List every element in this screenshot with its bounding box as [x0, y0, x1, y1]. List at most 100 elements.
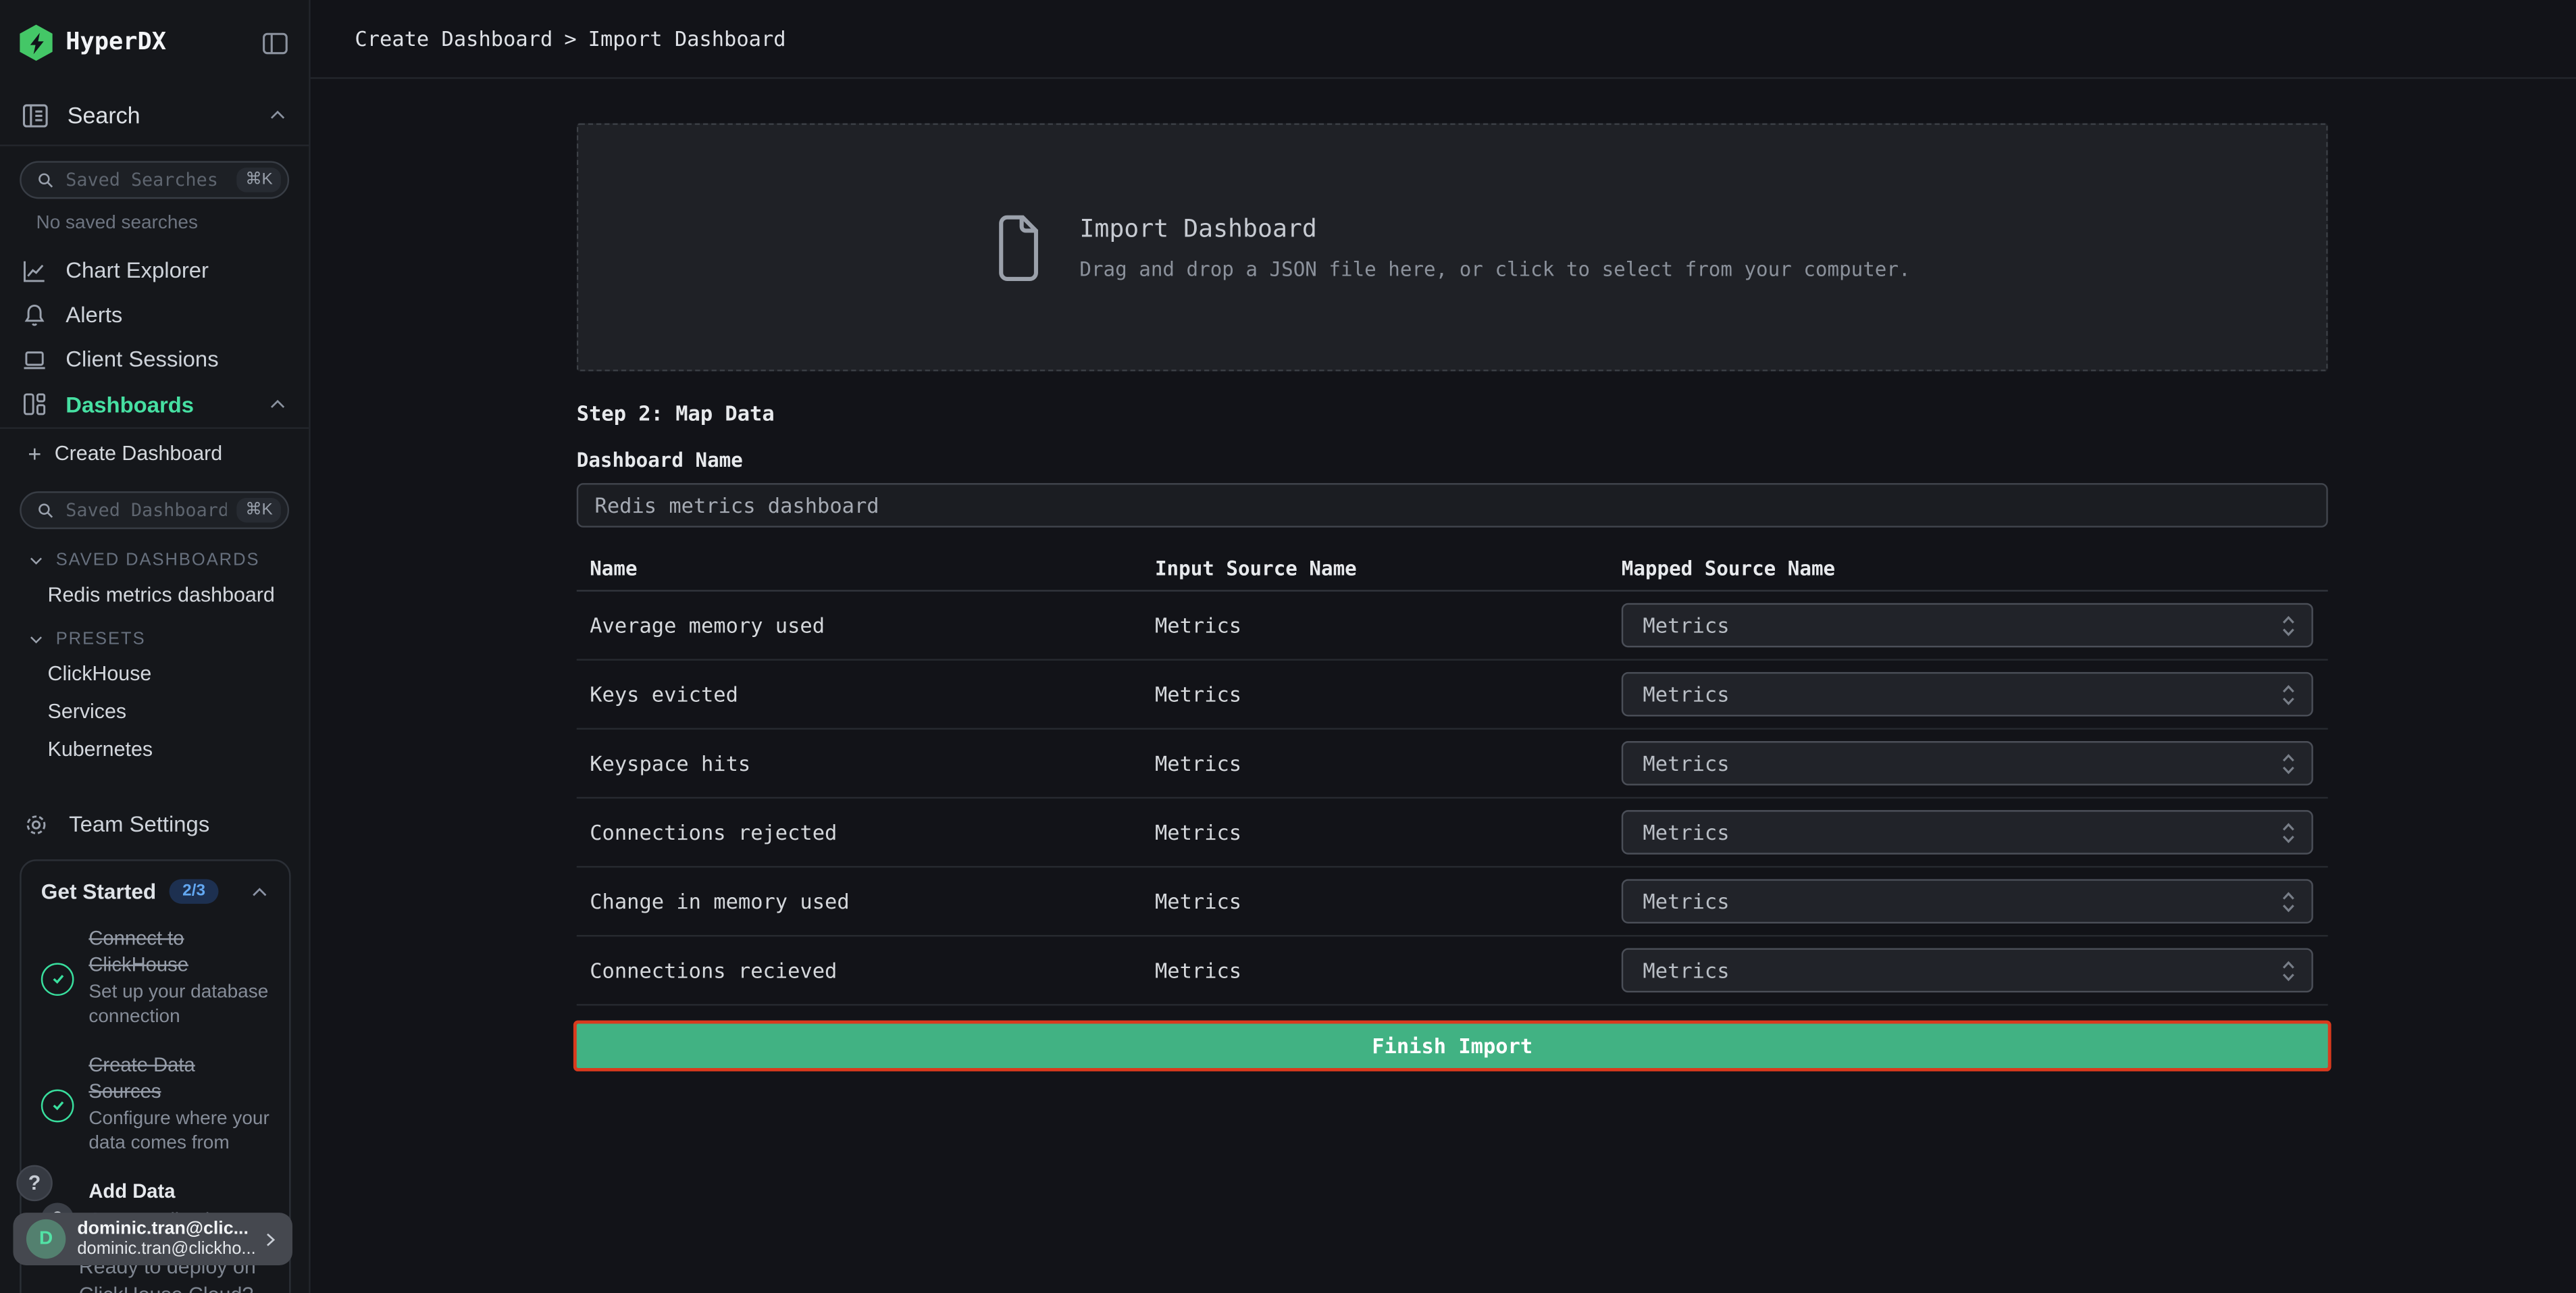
- get-started-item-sources[interactable]: Create Data Sources Configure where your…: [41, 1053, 269, 1157]
- dashboard-name-input[interactable]: [577, 483, 2328, 528]
- saved-dashboards-search[interactable]: ⌘K: [20, 491, 289, 529]
- import-column: Import Dashboard Drag and drop a JSON fi…: [577, 123, 2328, 1068]
- table-row: Connections recieved Metrics Metrics: [577, 936, 2328, 1005]
- help-button[interactable]: ?: [16, 1165, 53, 1202]
- saved-dashboards-input[interactable]: [66, 499, 227, 521]
- get-started-item-connect[interactable]: Connect to ClickHouse Set up your databa…: [41, 927, 269, 1030]
- get-started-item-title: Connect to ClickHouse: [88, 927, 269, 978]
- row-input-source: Metrics: [1155, 682, 1622, 706]
- selected-value: Metrics: [1643, 889, 1729, 913]
- saved-searches-search[interactable]: ⌘K: [20, 161, 289, 199]
- row-input-source: Metrics: [1155, 820, 1622, 844]
- column-header-input-source: Input Source Name: [1155, 557, 1622, 580]
- group-label: PRESETS: [56, 630, 146, 649]
- saved-dashboards-group-header[interactable]: SAVED DASHBOARDS: [0, 551, 309, 570]
- create-dashboard-button[interactable]: + Create Dashboard: [0, 429, 309, 477]
- select-chevrons-icon: [2280, 888, 2296, 915]
- preset-item-clickhouse[interactable]: ClickHouse: [0, 661, 309, 687]
- breadcrumb-create-dashboard[interactable]: Create Dashboard: [355, 26, 552, 51]
- table-row: Average memory used Metrics Metrics: [577, 592, 2328, 661]
- check-circle-icon: [41, 962, 74, 995]
- mapping-table: Name Input Source Name Mapped Source Nam…: [577, 557, 2328, 1006]
- file-icon: [994, 214, 1044, 280]
- row-name: Keys evicted: [590, 682, 1155, 706]
- sidebar-collapse-icon[interactable]: [261, 29, 289, 57]
- row-input-source: Metrics: [1155, 751, 1622, 776]
- team-settings-button[interactable]: Team Settings: [0, 802, 309, 846]
- bell-icon: [22, 301, 48, 328]
- table-header: Name Input Source Name Mapped Source Nam…: [577, 557, 2328, 592]
- sidebar-section-search[interactable]: Search: [0, 85, 309, 146]
- team-settings-label: Team Settings: [69, 812, 209, 836]
- search-icon: [36, 170, 56, 190]
- mapped-source-select[interactable]: Metrics: [1622, 879, 2313, 923]
- sidebar-item-label: Alerts: [66, 303, 122, 327]
- mapped-source-select[interactable]: Metrics: [1622, 672, 2313, 717]
- avatar: D: [26, 1219, 66, 1259]
- table-row: Change in memory used Metrics Metrics: [577, 867, 2328, 936]
- profile-email: dominic.tran@clickho...: [77, 1239, 249, 1259]
- mapped-source-select[interactable]: Metrics: [1622, 741, 2313, 786]
- breadcrumb-import-dashboard: Import Dashboard: [588, 26, 786, 51]
- no-saved-searches-text: No saved searches: [36, 213, 309, 233]
- check-circle-icon: [41, 1088, 74, 1121]
- sidebar-item-label: Dashboards: [66, 392, 194, 416]
- sidebar-item-alerts[interactable]: Alerts: [0, 293, 309, 337]
- row-name: Average memory used: [590, 613, 1155, 637]
- dropzone-title: Import Dashboard: [1079, 213, 1910, 243]
- finish-import-button[interactable]: Finish Import: [577, 1023, 2328, 1068]
- progress-badge: 2/3: [170, 879, 219, 903]
- json-dropzone[interactable]: Import Dashboard Drag and drop a JSON fi…: [577, 123, 2328, 371]
- laptop-icon: [22, 346, 48, 372]
- saved-searches-input[interactable]: [66, 170, 227, 191]
- row-name: Connections rejected: [590, 820, 1155, 844]
- hyperdx-logo-icon: [20, 24, 53, 61]
- select-chevrons-icon: [2280, 819, 2296, 846]
- table-row: Keys evicted Metrics Metrics: [577, 661, 2328, 730]
- topbar: Create Dashboard > Import Dashboard: [311, 0, 2576, 79]
- get-started-title: Get Started: [41, 879, 156, 903]
- footer-line: ClickHouse Cloud?: [79, 1282, 256, 1293]
- dashboards-grid-icon: [22, 391, 48, 417]
- preset-item-kubernetes[interactable]: Kubernetes: [0, 736, 309, 763]
- user-profile[interactable]: D dominic.tran@clic... dominic.tran@clic…: [13, 1213, 292, 1265]
- get-started-item-title: Create Data Sources: [88, 1053, 269, 1104]
- selected-value: Metrics: [1643, 682, 1729, 706]
- select-chevrons-icon: [2280, 957, 2296, 984]
- search-section-label: Search: [68, 102, 140, 128]
- column-header-mapped-source: Mapped Source Name: [1622, 557, 2328, 580]
- profile-name: dominic.tran@clic...: [77, 1219, 249, 1239]
- select-chevrons-icon: [2280, 681, 2296, 707]
- sidebar-item-label: Chart Explorer: [66, 258, 209, 282]
- sidebar: HyperDX Search ⌘K No saved searches: [0, 0, 311, 1293]
- mapped-source-select[interactable]: Metrics: [1622, 810, 2313, 855]
- get-started-header[interactable]: Get Started 2/3: [41, 879, 269, 903]
- chart-line-icon: [22, 257, 48, 284]
- dashboard-name-label: Dashboard Name: [577, 449, 2328, 472]
- search-icon: [36, 501, 56, 520]
- row-name: Connections recieved: [590, 958, 1155, 982]
- sidebar-item-client-sessions[interactable]: Client Sessions: [0, 337, 309, 382]
- mapped-source-select[interactable]: Metrics: [1622, 603, 2313, 648]
- mapped-source-select[interactable]: Metrics: [1622, 948, 2313, 992]
- saved-dashboard-item[interactable]: Redis metrics dashboard: [0, 582, 309, 608]
- chevron-right-icon: [261, 1230, 280, 1248]
- sidebar-section-dashboards[interactable]: Dashboards: [0, 381, 309, 429]
- selected-value: Metrics: [1643, 958, 1729, 982]
- app-title: HyperDX: [66, 30, 248, 56]
- selected-value: Metrics: [1643, 820, 1729, 844]
- main-area: Create Dashboard > Import Dashboard Impo…: [311, 0, 2576, 1293]
- table-row: Connections rejected Metrics Metrics: [577, 798, 2328, 867]
- chevron-up-icon: [267, 395, 287, 414]
- preset-item-services[interactable]: Services: [0, 699, 309, 725]
- dropzone-text: Import Dashboard Drag and drop a JSON fi…: [1079, 213, 1910, 281]
- sidebar-item-label: Client Sessions: [66, 347, 218, 371]
- row-input-source: Metrics: [1155, 889, 1622, 913]
- row-input-source: Metrics: [1155, 613, 1622, 637]
- row-input-source: Metrics: [1155, 958, 1622, 982]
- chevron-up-icon: [250, 882, 269, 901]
- sidebar-item-chart-explorer[interactable]: Chart Explorer: [0, 248, 309, 293]
- chevron-down-icon: [28, 631, 44, 647]
- selected-value: Metrics: [1643, 751, 1729, 776]
- presets-group-header[interactable]: PRESETS: [0, 630, 309, 649]
